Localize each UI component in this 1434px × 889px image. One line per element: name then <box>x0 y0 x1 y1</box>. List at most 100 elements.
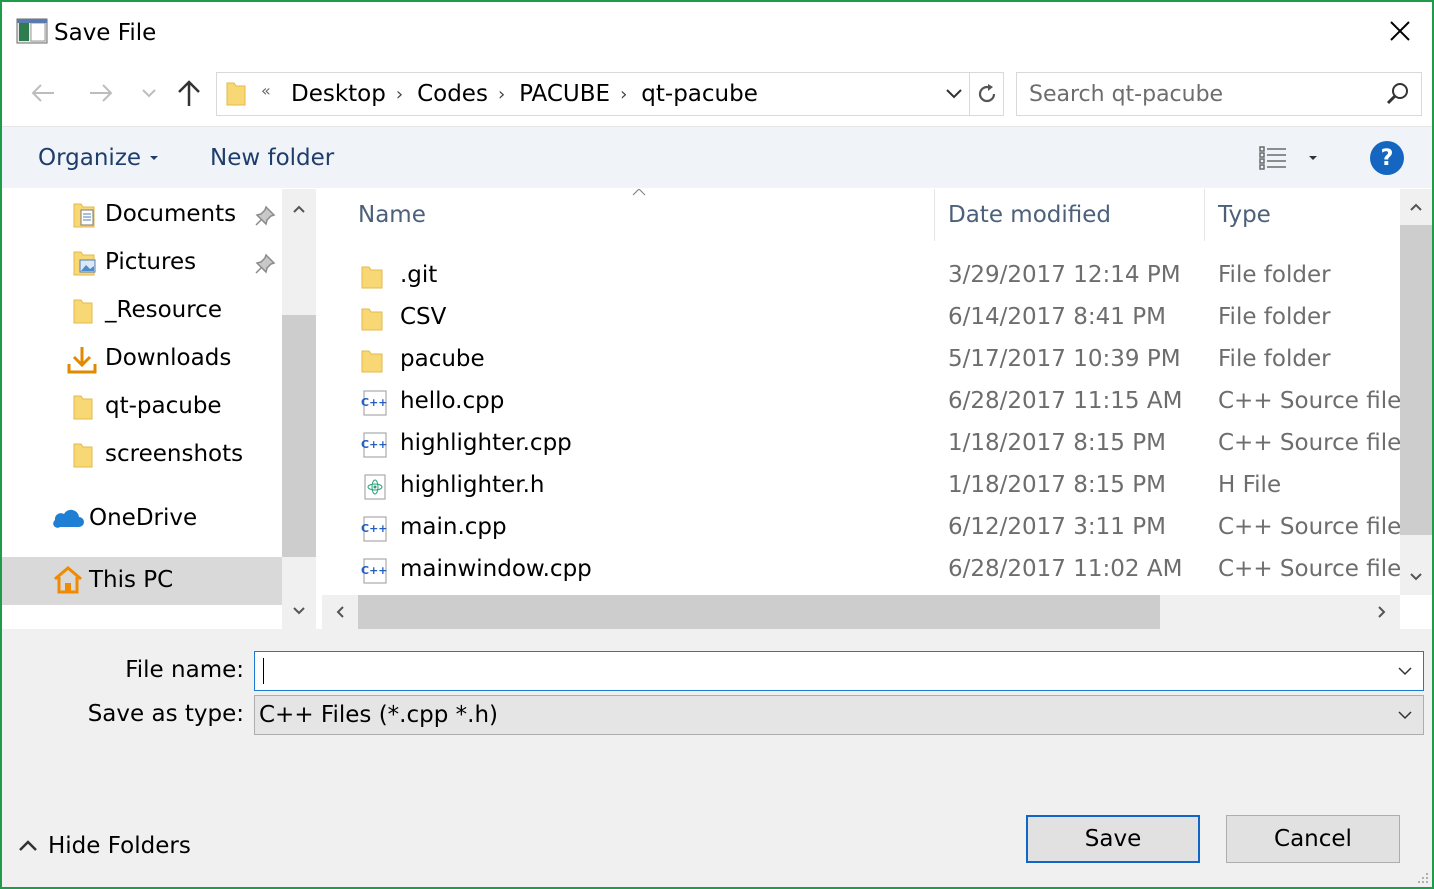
sidebar-item-label: This PC <box>89 567 174 593</box>
file-date: 6/28/2017 11:15 AM <box>948 388 1183 414</box>
file-name: main.cpp <box>400 514 507 540</box>
sidebar-item-pictures[interactable]: Pictures <box>2 239 282 287</box>
pin-icon[interactable] <box>254 253 276 275</box>
file-date: 6/14/2017 8:41 PM <box>948 304 1166 330</box>
forward-button[interactable] <box>84 72 118 114</box>
breadcrumb-separator[interactable]: › <box>492 84 515 105</box>
up-arrow-icon <box>178 80 200 106</box>
file-date: 6/12/2017 3:11 PM <box>948 514 1166 540</box>
search-box[interactable] <box>1016 72 1422 116</box>
file-list-horizontal-scrollbar[interactable] <box>322 595 1400 629</box>
table-row[interactable]: C++ highlighter.cpp 1/18/2017 8:15 PM C+… <box>322 424 1402 466</box>
up-button[interactable] <box>172 72 206 114</box>
save-type-value: C++ Files (*.cpp *.h) <box>259 702 498 728</box>
file-name-dropdown-button[interactable] <box>1393 658 1417 684</box>
hide-folders-button[interactable]: Hide Folders <box>18 829 191 863</box>
column-header-type[interactable]: Type <box>1218 189 1398 241</box>
breadcrumb-qt-pacube[interactable]: qt-pacube <box>637 81 762 107</box>
scroll-down-button[interactable] <box>1400 559 1432 595</box>
breadcrumb-pacube[interactable]: PACUBE <box>515 81 614 107</box>
new-folder-button[interactable]: New folder <box>210 127 334 189</box>
column-header-name[interactable]: Name <box>358 189 934 241</box>
file-name: .git <box>400 262 438 288</box>
column-divider[interactable] <box>1204 189 1205 241</box>
breadcrumb-separator[interactable]: › <box>390 84 413 105</box>
nav-pane-scrollbar[interactable] <box>282 189 316 629</box>
file-name: hello.cpp <box>400 388 505 414</box>
save-type-dropdown-button[interactable] <box>1393 702 1417 728</box>
file-name: highlighter.h <box>400 472 545 498</box>
file-name: mainwindow.cpp <box>400 556 592 582</box>
sidebar-item-this-pc[interactable]: This PC <box>2 557 282 605</box>
navigation-bar: « Desktop › Codes › PACUBE › qt-pacube <box>2 64 1432 124</box>
file-list-vertical-scrollbar[interactable] <box>1400 189 1432 595</box>
file-name-field[interactable] <box>263 652 1383 690</box>
scrollbar-thumb[interactable] <box>358 595 1160 629</box>
chevron-down-icon <box>946 89 962 99</box>
hide-folders-label: Hide Folders <box>48 833 191 859</box>
folder-icon <box>73 395 93 420</box>
file-name-label: File name: <box>125 657 244 683</box>
file-type: H File <box>1218 472 1282 498</box>
back-button[interactable] <box>26 72 60 114</box>
scrollbar-thumb[interactable] <box>282 315 316 557</box>
text-cursor <box>263 658 264 684</box>
sidebar-item-label: Downloads <box>105 345 232 371</box>
dropdown-arrow-icon <box>1309 156 1317 160</box>
table-row[interactable]: CSV 6/14/2017 8:41 PM File folder <box>322 298 1400 340</box>
sidebar-item-downloads[interactable]: Downloads <box>2 335 282 383</box>
change-view-button[interactable] <box>1258 141 1322 175</box>
table-row[interactable]: highlighter.h 1/18/2017 8:15 PM H File <box>322 466 1400 508</box>
breadcrumb-desktop[interactable]: Desktop <box>287 81 390 107</box>
address-dropdown-button[interactable] <box>937 73 971 115</box>
scroll-down-button[interactable] <box>282 591 316 629</box>
help-button[interactable]: ? <box>1370 141 1404 175</box>
scrollbar-thumb[interactable] <box>1400 225 1432 535</box>
sidebar-item-onedrive[interactable]: OneDrive <box>2 495 282 543</box>
save-button[interactable]: Save <box>1026 815 1200 863</box>
sidebar-item-screenshots[interactable]: screenshots <box>2 431 282 479</box>
breadcrumb-codes[interactable]: Codes <box>413 81 492 107</box>
save-type-select[interactable]: C++ Files (*.cpp *.h) <box>254 695 1424 735</box>
organize-button[interactable]: Organize <box>38 127 159 189</box>
file-name-combobox[interactable] <box>254 651 1424 691</box>
chevron-down-icon <box>293 607 305 615</box>
table-row[interactable]: C++ main.cpp 6/12/2017 3:11 PM C++ Sourc… <box>322 508 1401 550</box>
scroll-right-button[interactable] <box>1364 595 1400 629</box>
sidebar-item-label: Pictures <box>105 249 197 275</box>
pin-icon[interactable] <box>254 205 276 227</box>
close-button[interactable] <box>1368 2 1432 60</box>
chevron-up-icon <box>19 840 37 851</box>
refresh-button[interactable] <box>969 73 1003 115</box>
search-icon[interactable] <box>1385 81 1411 107</box>
overflow-chevron[interactable]: « <box>261 81 271 100</box>
breadcrumb-separator[interactable]: › <box>614 84 637 105</box>
cpp-file-icon: C++ <box>361 516 388 542</box>
scroll-up-button[interactable] <box>1400 189 1432 225</box>
resize-grip-icon[interactable] <box>1414 869 1430 885</box>
address-bar[interactable]: « Desktop › Codes › PACUBE › qt-pacube <box>216 72 1004 116</box>
table-row[interactable]: C++ mainwindow.cpp 6/28/2017 11:02 AM C+… <box>322 550 1401 592</box>
search-input[interactable] <box>1029 73 1369 115</box>
file-type: File folder <box>1218 304 1331 330</box>
sidebar-item-qt-pacube[interactable]: qt-pacube <box>2 383 282 431</box>
file-type: File folder <box>1218 262 1331 288</box>
table-row[interactable]: C++ hello.cpp 6/28/2017 11:15 AM C++ Sou… <box>322 382 1401 424</box>
sidebar-item-resource[interactable]: _Resource <box>2 287 282 335</box>
scroll-left-button[interactable] <box>322 595 358 629</box>
column-divider[interactable] <box>934 189 935 241</box>
table-row[interactable]: pacube 5/17/2017 10:39 PM File folder <box>322 340 1400 382</box>
file-type: C++ Source file <box>1218 430 1402 456</box>
file-name: pacube <box>400 346 485 372</box>
sidebar-item-label: Documents <box>105 201 237 227</box>
forward-arrow-icon <box>90 84 113 102</box>
cancel-button[interactable]: Cancel <box>1226 815 1400 863</box>
chevron-up-icon <box>293 205 305 213</box>
folder-icon <box>226 82 246 106</box>
column-header-date-modified[interactable]: Date modified <box>948 189 1204 241</box>
table-row[interactable]: .git 3/29/2017 12:14 PM File folder <box>322 256 1400 298</box>
recent-locations-button[interactable] <box>136 72 162 114</box>
sidebar-item-documents[interactable]: Documents <box>2 191 282 239</box>
scroll-up-button[interactable] <box>282 189 316 229</box>
sidebar-item-label: _Resource <box>105 297 222 323</box>
